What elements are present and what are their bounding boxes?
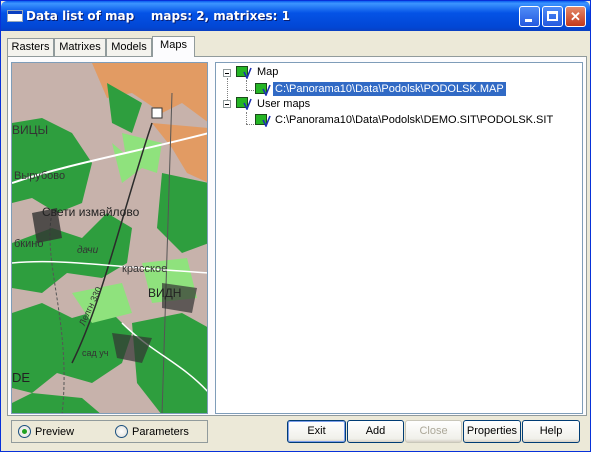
minimize-button[interactable] <box>519 6 540 27</box>
tab-models[interactable]: Models <box>106 38 152 56</box>
add-button[interactable]: Add <box>347 420 404 443</box>
maximize-button[interactable] <box>542 6 563 27</box>
map-file-icon <box>255 83 271 96</box>
preview-radio[interactable] <box>18 425 31 438</box>
parameters-radio[interactable] <box>115 425 128 438</box>
preview-radio-label[interactable]: Preview <box>35 425 74 439</box>
tree-group-user-maps[interactable]: User maps <box>255 97 312 111</box>
map-label: Свети измайлово <box>42 205 140 219</box>
close-icon: ✕ <box>570 9 581 24</box>
tab-rasters[interactable]: Rasters <box>7 38 54 56</box>
parameters-radio-label[interactable]: Parameters <box>132 425 189 439</box>
user-maps-group-icon <box>236 97 252 110</box>
title-bar[interactable]: Data list of map maps: 2, matrixes: 1 ✕ <box>1 1 590 31</box>
window-title: Data list of map maps: 2, matrixes: 1 <box>26 9 291 23</box>
map-label: дачи <box>77 245 99 256</box>
minimize-icon <box>525 19 532 22</box>
expand-toggle-user-maps[interactable] <box>223 100 231 108</box>
map-label: ВИДН <box>148 286 182 300</box>
properties-button[interactable]: Properties <box>463 420 521 443</box>
help-button[interactable]: Help <box>522 420 580 443</box>
map-label: DE <box>12 370 31 385</box>
tree-item-podolsk-map[interactable]: C:\Panorama10\Data\Podolsk\PODOLSK.MAP <box>272 81 507 97</box>
tab-maps[interactable]: Maps <box>152 36 195 57</box>
close-window-button[interactable]: ✕ <box>565 6 586 27</box>
map-label: бкино <box>14 238 44 250</box>
tree-item-podolsk-sit[interactable]: C:\Panorama10\Data\Podolsk\DEMO.SIT\PODO… <box>273 113 555 127</box>
view-mode-group: Preview Parameters <box>11 420 208 443</box>
map-tree-view[interactable]: Map C:\Panorama10\Data\Podolsk\PODOLSK.M… <box>215 62 583 414</box>
tree-connector <box>246 112 247 124</box>
tree-group-map[interactable]: Map <box>255 65 280 79</box>
tab-matrixes[interactable]: Matrixes <box>54 38 106 56</box>
expand-toggle-map[interactable] <box>223 69 231 77</box>
window-app-icon <box>7 10 23 22</box>
map-preview[interactable]: ВИЦЫ Вырубово Свети измайлово дачи бкино… <box>11 62 208 414</box>
tree-connector <box>246 80 247 90</box>
user-map-file-icon <box>255 114 271 127</box>
map-label: красское <box>122 263 168 275</box>
map-label: Вырубово <box>14 170 66 182</box>
data-list-window: Data list of map maps: 2, matrixes: 1 ✕ … <box>0 0 591 452</box>
map-label: сад уч <box>82 348 109 358</box>
close-button[interactable]: Close <box>405 420 462 443</box>
map-group-icon <box>236 66 252 79</box>
map-label: ВИЦЫ <box>12 123 49 137</box>
maximize-icon <box>547 11 558 21</box>
exit-button[interactable]: Exit <box>287 420 346 443</box>
